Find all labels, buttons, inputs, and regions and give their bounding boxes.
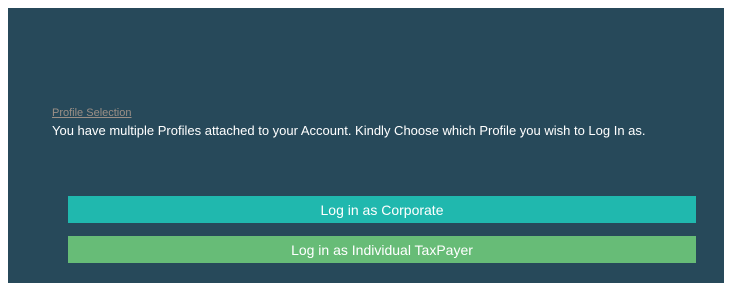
login-corporate-button[interactable]: Log in as Corporate <box>68 196 696 223</box>
profile-selection-message: You have multiple Profiles attached to y… <box>52 123 646 138</box>
profile-selection-panel: Profile Selection You have multiple Prof… <box>8 8 724 283</box>
login-individual-taxpayer-button[interactable]: Log in as Individual TaxPayer <box>68 236 696 263</box>
profile-selection-link[interactable]: Profile Selection <box>52 107 132 119</box>
